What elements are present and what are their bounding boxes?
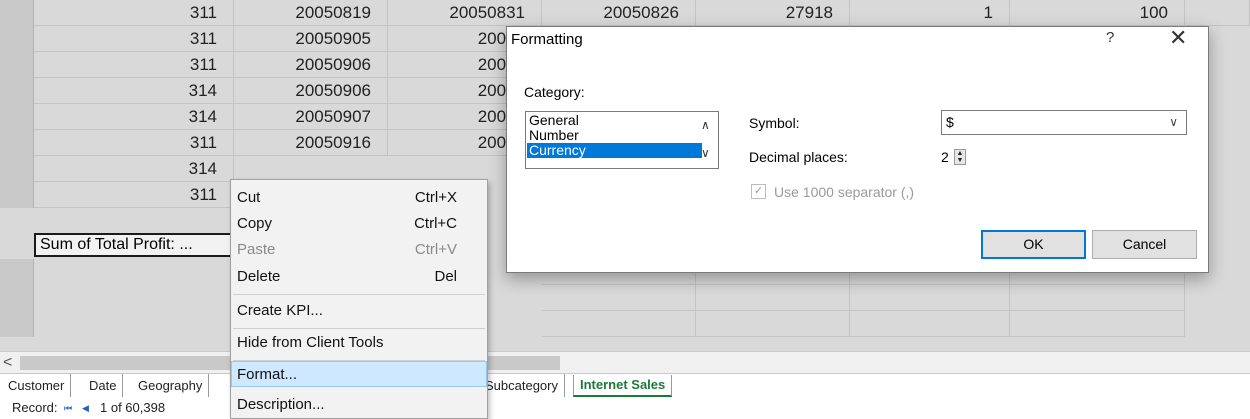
row-selector[interactable] [0, 130, 34, 156]
measure-cell[interactable]: Sum of Total Profit: ... [34, 233, 240, 257]
chevron-up-icon[interactable]: ∧ [701, 118, 710, 132]
menu-item-shortcut: Del [434, 268, 457, 285]
tab-customer[interactable]: Customer [2, 374, 72, 398]
horizontal-scrollbar[interactable]: < [0, 351, 1250, 374]
sheet-tabs: Customer Date Geography Subcategory Inte… [0, 373, 1250, 398]
table-cell[interactable] [542, 285, 696, 311]
table-cell[interactable]: 314 [34, 104, 234, 130]
dialog-title: Formatting [511, 31, 583, 48]
table-cell[interactable]: 314 [34, 156, 234, 182]
menu-item-shortcut: Ctrl+X [414, 189, 457, 206]
tab-geography[interactable]: Geography [132, 374, 210, 398]
menu-item-copy[interactable]: Copy Ctrl+C [231, 211, 487, 237]
record-position: 1 of 60,398 [100, 400, 166, 415]
table-cell[interactable]: 27918 [696, 0, 850, 26]
menu-item-hide-from-client-tools[interactable]: Hide from Client Tools [231, 330, 487, 356]
separator-checkbox[interactable]: ✓ [751, 184, 766, 199]
record-status-bar: Record: ⏮ ◀ 1 of 60,398 [0, 397, 1250, 419]
row-selector[interactable] [0, 52, 34, 78]
row-selector[interactable] [0, 0, 34, 26]
chevron-down-icon[interactable]: ∨ [1169, 111, 1178, 134]
decimal-places-value: 2 [941, 149, 949, 165]
table-cell[interactable] [542, 311, 696, 337]
category-option-currency[interactable]: Currency [527, 143, 702, 158]
chevron-down-icon[interactable]: ∨ [701, 146, 710, 160]
measure-grid-row [0, 311, 1250, 337]
row-selector[interactable] [0, 156, 34, 182]
menu-item-delete[interactable]: Delete Del [231, 264, 487, 290]
menu-item-format[interactable]: Format... [231, 361, 487, 387]
close-icon[interactable]: ✕ [1169, 25, 1187, 51]
table-cell[interactable] [696, 311, 850, 337]
menu-item-shortcut: Ctrl+V [414, 241, 457, 258]
menu-item-create-kpi[interactable]: Create KPI... [231, 298, 487, 324]
table-cell[interactable]: 311 [34, 130, 234, 156]
table-cell[interactable]: 20050905 [234, 26, 388, 52]
first-record-icon[interactable]: ⏮ [64, 397, 72, 419]
menu-item-description[interactable]: Description... [231, 392, 487, 418]
menu-item-label: Delete [237, 268, 281, 285]
table-cell[interactable] [696, 285, 850, 311]
table-cell[interactable]: 20050907 [234, 104, 388, 130]
category-option-number[interactable]: Number [527, 128, 702, 143]
table-cell[interactable]: 311 [34, 0, 234, 26]
tab-internet-sales[interactable]: Internet Sales [573, 375, 673, 397]
menu-item-paste[interactable]: Paste Ctrl+V [231, 237, 487, 263]
decimal-places-label: Decimal places: [749, 149, 848, 165]
row-selector [0, 208, 34, 234]
category-option-general[interactable]: General [527, 113, 702, 128]
menu-item-label: Format... [237, 366, 298, 383]
row-selector [0, 259, 34, 285]
symbol-select[interactable]: $ ∨ [941, 110, 1187, 135]
record-label: Record: [12, 400, 58, 415]
menu-separator [233, 328, 485, 329]
row-selector [0, 285, 34, 311]
table-cell[interactable]: 100 [1010, 0, 1185, 26]
category-label: Category: [524, 84, 585, 100]
help-icon[interactable]: ? [1106, 29, 1114, 46]
menu-item-shortcut: Ctrl+C [414, 215, 457, 232]
table-cell[interactable]: 20050906 [234, 78, 388, 104]
table-cell[interactable]: 1 [850, 0, 1010, 26]
measure-grid-row [0, 285, 1250, 311]
separator-label: Use 1000 separator (,) [774, 184, 915, 200]
table-cell[interactable] [1185, 0, 1250, 26]
table-cell[interactable] [850, 311, 1010, 337]
row-selector[interactable] [0, 182, 34, 208]
row-selector [0, 311, 34, 337]
menu-item-label: Copy [237, 215, 273, 232]
table-row[interactable]: 311 20050819 20050831 20050826 27918 1 1… [0, 0, 1250, 26]
formatting-dialog: Formatting ? ✕ Category: General Number … [506, 25, 1209, 273]
menu-item-label: Paste [237, 241, 276, 258]
cancel-button[interactable]: Cancel [1092, 230, 1197, 259]
table-cell[interactable]: 314 [34, 78, 234, 104]
symbol-label: Symbol: [749, 115, 800, 131]
table-cell[interactable] [1010, 285, 1185, 311]
menu-item-cut[interactable]: Cut Ctrl+X [231, 185, 487, 211]
spin-arrows-icon[interactable]: ▲ ▼ [954, 149, 966, 165]
table-cell[interactable]: 311 [34, 26, 234, 52]
table-cell[interactable]: 20050819 [234, 0, 388, 26]
scroll-left-icon[interactable]: < [3, 352, 12, 374]
tab-date[interactable]: Date [83, 374, 124, 398]
menu-separator [233, 294, 485, 295]
menu-item-label: Cut [237, 189, 261, 206]
context-menu: Cut Ctrl+X Copy Ctrl+C Paste Ctrl+V Dele… [230, 179, 488, 419]
row-selector[interactable] [0, 26, 34, 52]
category-listbox[interactable]: General Number Currency ∧ ∨ [525, 111, 719, 169]
row-selector[interactable] [0, 78, 34, 104]
row-selector[interactable] [0, 104, 34, 130]
table-cell[interactable]: 20050826 [542, 0, 696, 26]
table-cell[interactable] [850, 285, 1010, 311]
table-cell[interactable]: 20050906 [234, 52, 388, 78]
ok-button[interactable]: OK [981, 230, 1086, 259]
table-cell[interactable] [1010, 311, 1185, 337]
table-cell[interactable]: 311 [34, 52, 234, 78]
symbol-value: $ [946, 114, 954, 130]
table-cell[interactable]: 20050916 [234, 130, 388, 156]
previous-record-icon[interactable]: ◀ [82, 397, 89, 419]
table-cell[interactable]: 20050831 [388, 0, 542, 26]
table-cell[interactable]: 311 [34, 182, 234, 208]
tab-subcategory[interactable]: Subcategory [479, 374, 565, 398]
